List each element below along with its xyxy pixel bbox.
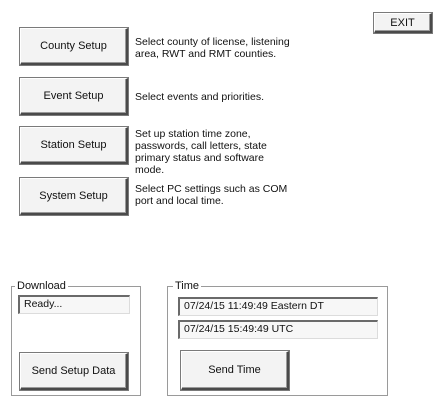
county-setup-description: Select county of license, listening area… <box>135 36 290 60</box>
send-time-button[interactable]: Send Time <box>181 351 289 390</box>
download-group-label: Download <box>15 280 68 292</box>
exit-button[interactable]: EXIT <box>374 13 432 33</box>
station-setup-description: Set up station time zone, passwords, cal… <box>135 128 267 176</box>
download-status-field: Ready... <box>18 295 130 314</box>
system-setup-button[interactable]: System Setup <box>20 178 128 215</box>
send-setup-data-button[interactable]: Send Setup Data <box>20 353 128 390</box>
local-time-field: 07/24/15 11:49:49 Eastern DT <box>178 297 378 316</box>
station-setup-button[interactable]: Station Setup <box>20 127 128 164</box>
event-setup-button[interactable]: Event Setup <box>20 78 128 115</box>
utc-time-field: 07/24/15 15:49:49 UTC <box>178 320 378 339</box>
event-setup-description: Select events and priorities. <box>135 91 264 103</box>
county-setup-button[interactable]: County Setup <box>20 28 128 65</box>
time-group-label: Time <box>173 280 202 292</box>
system-setup-description: Select PC settings such as COM port and … <box>135 183 288 207</box>
